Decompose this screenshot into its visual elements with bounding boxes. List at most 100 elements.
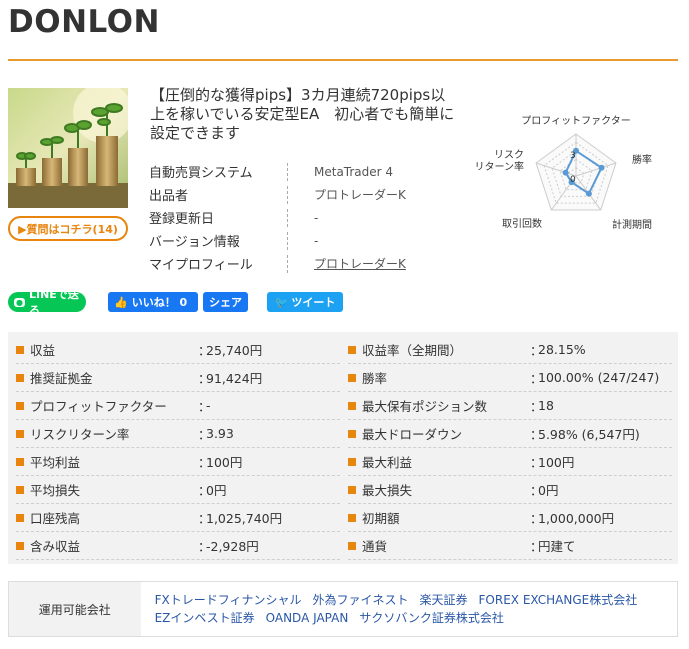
- bullet-icon: [348, 373, 356, 382]
- divider: [287, 185, 288, 204]
- radar-axis-label: 取引回数: [502, 217, 542, 230]
- stat-colon: ：: [198, 427, 211, 442]
- company-link[interactable]: サクソバンク証券株式会社: [359, 609, 504, 627]
- stat-colon: ：: [530, 427, 543, 442]
- line-icon: ●: [14, 297, 25, 307]
- stat-row: 通貨 ：円建て: [348, 532, 672, 560]
- info-row-profile: マイプロフィール プロトレーダーK: [149, 252, 406, 275]
- stat-label: プロフィットファクター: [30, 399, 167, 414]
- stat-colon: ：: [198, 455, 211, 470]
- stat-label: 収益: [30, 343, 56, 358]
- stat-row: 口座残高 ： 1,025,740円: [16, 504, 340, 532]
- radar-point: [598, 164, 605, 171]
- radar-axis-label: 計測期間: [612, 218, 652, 231]
- stat-row: 収益 ： 25,740円: [16, 336, 340, 364]
- stats-column-right: 収益率（全期間）： 28.15% 勝率： 100.00% (247/247) 最大保有ポ…: [348, 336, 672, 560]
- stat-label: 平均損失: [30, 483, 81, 498]
- bullet-icon: [16, 513, 24, 522]
- bullet-icon: [16, 457, 24, 466]
- stat-value: 28.15%: [538, 342, 586, 357]
- info-label: 出品者: [149, 189, 189, 204]
- bullet-icon: [16, 373, 24, 382]
- company-link[interactable]: EZインベスト証券: [155, 609, 255, 627]
- stat-value: 100円: [206, 455, 243, 470]
- bullet-icon: [16, 485, 24, 494]
- stat-colon: ：: [530, 539, 543, 554]
- bullet-icon: [348, 485, 356, 494]
- facebook-like-button[interactable]: 👍 いいね！ 0: [108, 292, 198, 312]
- companies-table: 運用可能会社 FXトレードフィナンシャル 外為ファイネスト 楽天証券 FOREX EX…: [8, 581, 678, 637]
- stat-value: 100円: [538, 455, 575, 470]
- product-image: [8, 88, 128, 208]
- radar-point: [562, 169, 569, 176]
- companies-label: 運用可能会社: [9, 582, 141, 636]
- company-link[interactable]: 楽天証券: [420, 591, 468, 609]
- stat-label: 最大利益: [362, 455, 413, 470]
- stat-label: 最大損失: [362, 483, 413, 498]
- bullet-icon: [348, 429, 356, 438]
- stat-colon: ：: [198, 399, 211, 414]
- title-divider: [8, 59, 678, 61]
- stat-value: 100.00% (247/247): [538, 370, 660, 385]
- stat-label: 最大ドローダウン: [362, 427, 463, 442]
- stat-row: プロフィットファクター ： -: [16, 392, 340, 420]
- share-label: シェア: [209, 296, 242, 309]
- stat-value: 0円: [538, 483, 559, 498]
- radar-axis-label: リスクリターン率: [476, 149, 524, 173]
- stats-panel: 収益： 25,740円 推奨証拠金： 91,424円 プロフィットファクター： - リスクリ…: [8, 332, 678, 564]
- radar-tick-label: 0: [570, 175, 576, 185]
- info-row-updated: 登録更新日 -: [149, 206, 406, 229]
- bullet-icon: [348, 457, 356, 466]
- stat-value: -: [206, 398, 211, 413]
- line-share-button[interactable]: ● LINEで送る: [8, 288, 86, 317]
- bird-icon: 🐦: [274, 295, 289, 309]
- info-label: マイプロフィール: [149, 258, 253, 273]
- product-info: 自動売買システム MetaTrader 4 出品者 プロトレーダーK 登録更新日…: [149, 160, 406, 275]
- company-link[interactable]: OANDA JAPAN: [266, 609, 349, 627]
- stat-label: 含み収益: [30, 539, 81, 554]
- stat-row: 最大損失 ： 0円: [348, 476, 672, 504]
- page-title: DONLON: [8, 4, 160, 40]
- stat-colon: ：: [198, 511, 211, 526]
- stat-value: 0円: [206, 483, 227, 498]
- info-label: バージョン情報: [149, 235, 240, 250]
- tweet-button[interactable]: 🐦 ツイート: [267, 292, 343, 312]
- radar-chart: 3 0 プロフィットファクター勝率計測期間 取引回数 リスクリターン率: [476, 115, 652, 231]
- company-link[interactable]: FXトレードフィナンシャル: [155, 591, 302, 609]
- stat-row: 初期額 ： 1,000,000円: [348, 504, 672, 532]
- company-link[interactable]: 外為ファイネスト: [312, 591, 408, 609]
- stat-row: 最大ドローダウン ： 5.98% (6,547円): [348, 420, 672, 448]
- bullet-icon: [16, 541, 24, 550]
- stat-label: リスクリターン率: [30, 427, 130, 442]
- radar-axis-label: プロフィットファクター: [521, 115, 630, 127]
- info-label: 登録更新日: [149, 212, 215, 227]
- company-link[interactable]: FOREX EXCHANGE株式会社: [479, 591, 638, 609]
- stat-label: 最大保有ポジション数: [362, 399, 488, 414]
- stat-value: 円建て: [538, 539, 576, 554]
- divider: [287, 162, 288, 181]
- radar-point: [585, 190, 592, 197]
- bullet-icon: [348, 541, 356, 550]
- radar-tick-label: 3: [570, 151, 576, 161]
- stat-label: 通貨: [362, 539, 388, 554]
- bullet-icon: [348, 345, 356, 354]
- stat-row: 最大利益 ： 100円: [348, 448, 672, 476]
- divider: [287, 208, 288, 227]
- stats-column-left: 収益： 25,740円 推奨証拠金： 91,424円 プロフィットファクター： - リスクリ…: [16, 336, 340, 560]
- radar-axis-label: 勝率: [632, 153, 652, 166]
- stat-label: 勝率: [362, 371, 388, 386]
- stat-value: 91,424円: [206, 371, 263, 386]
- stat-label: 平均利益: [30, 455, 81, 470]
- coins-plant-image: [8, 88, 128, 208]
- stat-colon: ：: [198, 343, 211, 358]
- profile-link[interactable]: プロトレーダーK: [314, 255, 406, 272]
- stat-colon: ：: [530, 371, 543, 386]
- question-button[interactable]: ▶質問はコチラ(14): [8, 216, 128, 241]
- info-value: MetaTrader 4: [314, 164, 394, 179]
- stat-label: 初期額: [362, 511, 400, 526]
- stat-colon: ：: [198, 483, 211, 498]
- stat-colon: ：: [198, 371, 211, 386]
- stat-label: 口座残高: [30, 511, 81, 526]
- facebook-share-button[interactable]: シェア: [203, 292, 248, 312]
- stat-colon: ：: [530, 343, 543, 358]
